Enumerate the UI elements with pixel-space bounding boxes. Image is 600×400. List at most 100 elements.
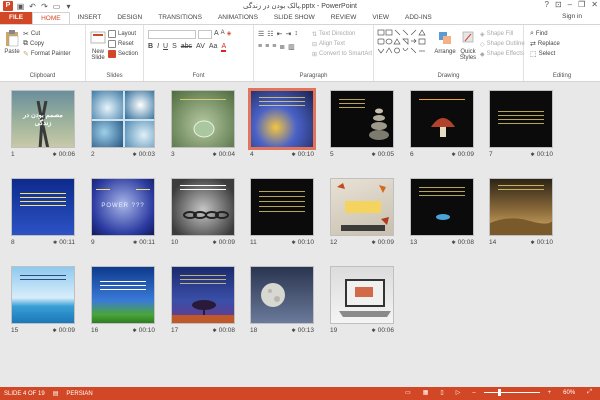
start-slideshow-icon[interactable]: ▭	[52, 2, 61, 11]
zoom-slider-knob[interactable]	[497, 389, 501, 396]
tab-review[interactable]: REVIEW	[323, 12, 365, 24]
sign-in-link[interactable]: Sign in	[562, 13, 582, 20]
restore-button[interactable]: ❐	[578, 0, 585, 9]
spacing-icon[interactable]: AV	[196, 43, 205, 52]
slide-thumbnail[interactable]: 8 ✱ 00:11	[11, 178, 75, 247]
slide-thumbnail[interactable]: 17 ✱ 00:08	[171, 266, 235, 335]
transition-icon[interactable]: ✱	[452, 240, 456, 246]
slide-thumbnail[interactable]: 18 ✱ 00:13	[250, 266, 314, 335]
strikethrough-icon[interactable]: abc	[181, 43, 192, 52]
shape-fill-button[interactable]: ◈ Shape Fill	[480, 29, 525, 39]
slide-thumbnail[interactable]: 19 ✱ 00:06	[330, 266, 394, 335]
arrange-button[interactable]: Arrange	[434, 29, 456, 55]
slide-thumbnail selected[interactable]: 4 ✱ 00:10	[248, 88, 316, 159]
layout-button[interactable]: Layout	[108, 29, 138, 39]
minimize-button[interactable]: –	[568, 0, 572, 9]
clear-formatting-icon[interactable]: ◈	[227, 30, 232, 39]
slide-thumbnail[interactable]: 13 ✱ 00:08	[410, 178, 474, 247]
slide-thumbnail[interactable]: 6 ✱ 00:09	[410, 90, 474, 159]
tab-add-ins[interactable]: ADD-INS	[397, 12, 440, 24]
transition-icon[interactable]: ✱	[53, 240, 57, 246]
slide-thumbnail[interactable]: 16 ✱ 00:10	[91, 266, 155, 335]
zoom-level[interactable]: 60%	[559, 390, 579, 396]
change-case-icon[interactable]: Aa	[209, 43, 218, 52]
transition-icon[interactable]: ✱	[53, 328, 57, 334]
transition-icon[interactable]: ✱	[452, 152, 456, 158]
transition-icon[interactable]: ✱	[292, 328, 296, 334]
slide-thumbnail[interactable]: 3 ✱ 00:04	[171, 90, 235, 159]
align-left-icon[interactable]: ≡	[258, 43, 262, 51]
transition-icon[interactable]: ✱	[133, 328, 137, 334]
tab-insert[interactable]: INSERT	[70, 12, 110, 24]
shadow-icon[interactable]: S	[172, 43, 177, 52]
copy-button[interactable]: ⧉ Copy	[23, 39, 71, 49]
slide-thumbnail[interactable]: 5 ✱ 00:05	[330, 90, 394, 159]
customize-qat-icon[interactable]: ▾	[64, 2, 73, 11]
shapes-gallery[interactable]	[377, 29, 431, 59]
increase-indent-icon[interactable]: ⇥	[285, 30, 291, 38]
transition-icon[interactable]: ✱	[531, 240, 535, 246]
slide-thumbnail[interactable]: 14 ✱ 00:10	[489, 178, 553, 247]
slide-thumbnail[interactable]: 12 ✱ 00:09	[330, 178, 394, 247]
transition-icon[interactable]: ✱	[213, 152, 217, 158]
transition-icon[interactable]: ✱	[531, 152, 535, 158]
format-painter-button[interactable]: ✎ Format Painter	[23, 49, 71, 59]
paste-button[interactable]: Paste	[3, 29, 21, 55]
align-text-button[interactable]: ⊟ Align Text	[312, 39, 372, 49]
transition-icon[interactable]: ✱	[53, 152, 57, 158]
text-direction-button[interactable]: ⇅ Text Direction	[312, 29, 372, 39]
columns-icon[interactable]: ▥	[288, 43, 295, 51]
spelling-icon[interactable]: ▤	[49, 390, 63, 397]
transition-icon[interactable]: ✱	[372, 152, 376, 158]
italic-icon[interactable]: I	[157, 43, 159, 52]
font-name-combobox[interactable]	[148, 30, 196, 39]
language-status[interactable]: PERSIAN	[62, 391, 96, 397]
redo-icon[interactable]: ↷	[40, 2, 49, 11]
save-icon[interactable]: ▣	[16, 2, 25, 11]
shape-outline-button[interactable]: ◇ Shape Outline	[480, 39, 525, 49]
reading-view-icon[interactable]: ▯	[436, 389, 447, 396]
numbering-icon[interactable]: ☷	[267, 30, 273, 38]
font-size-combobox[interactable]	[198, 30, 212, 39]
find-button[interactable]: ⌕ Find	[530, 29, 560, 39]
new-slide-button[interactable]: New Slide	[89, 29, 107, 61]
transition-icon[interactable]: ✱	[292, 152, 296, 158]
tab-file[interactable]: FILE	[0, 12, 33, 24]
transition-icon[interactable]: ✱	[133, 240, 137, 246]
replace-button[interactable]: ⇄ Replace	[530, 39, 560, 49]
tab-transitions[interactable]: TRANSITIONS	[150, 12, 210, 24]
shrink-font-icon[interactable]: A	[221, 30, 225, 39]
undo-icon[interactable]: ↶	[28, 2, 37, 11]
align-right-icon[interactable]: ≡	[272, 43, 276, 51]
justify-icon[interactable]: ≣	[279, 43, 285, 51]
slide-thumbnail[interactable]: 2 ✱ 00:03	[91, 90, 155, 159]
zoom-out-icon[interactable]: –	[468, 390, 479, 396]
ribbon-display-icon[interactable]: ⊡	[555, 0, 562, 9]
quick-styles-button[interactable]: Quick Styles	[458, 29, 478, 61]
decrease-indent-icon[interactable]: ⇤	[277, 30, 283, 38]
bold-icon[interactable]: B	[148, 43, 153, 52]
fit-to-window-icon[interactable]: ⤢	[583, 389, 596, 396]
zoom-in-icon[interactable]: +	[544, 390, 556, 396]
tab-home[interactable]: HOME	[32, 12, 70, 24]
line-spacing-icon[interactable]: ↕	[294, 30, 298, 38]
font-color-icon[interactable]: A	[221, 43, 227, 52]
help-icon[interactable]: ?	[545, 0, 549, 9]
zoom-slider[interactable]	[483, 389, 540, 396]
transition-icon[interactable]: ✱	[292, 240, 296, 246]
slide-thumbnail[interactable]: مصمم بودن در زندگی 1 ✱ 00:06	[11, 90, 75, 159]
close-button[interactable]: ✕	[591, 0, 598, 9]
tab-view[interactable]: VIEW	[364, 12, 397, 24]
grow-font-icon[interactable]: A	[214, 30, 219, 39]
slide-thumbnail[interactable]: POWER ??? 9 ✱ 00:11	[91, 178, 155, 247]
align-center-icon[interactable]: ≡	[265, 43, 269, 51]
normal-view-icon[interactable]: ▭	[401, 389, 415, 396]
transition-icon[interactable]: ✱	[213, 328, 217, 334]
bullets-icon[interactable]: ☰	[258, 30, 264, 38]
slide-thumbnail[interactable]: 11 ✱ 00:10	[250, 178, 314, 247]
slide-thumbnail[interactable]: 10 ✱ 00:09	[171, 178, 235, 247]
convert-smartart-button[interactable]: ⊞ Convert to SmartArt	[312, 49, 372, 59]
select-button[interactable]: ⬚ Select	[530, 49, 560, 59]
slide-thumbnail[interactable]: 15 ✱ 00:09	[11, 266, 75, 335]
reset-button[interactable]: Reset	[108, 39, 138, 49]
